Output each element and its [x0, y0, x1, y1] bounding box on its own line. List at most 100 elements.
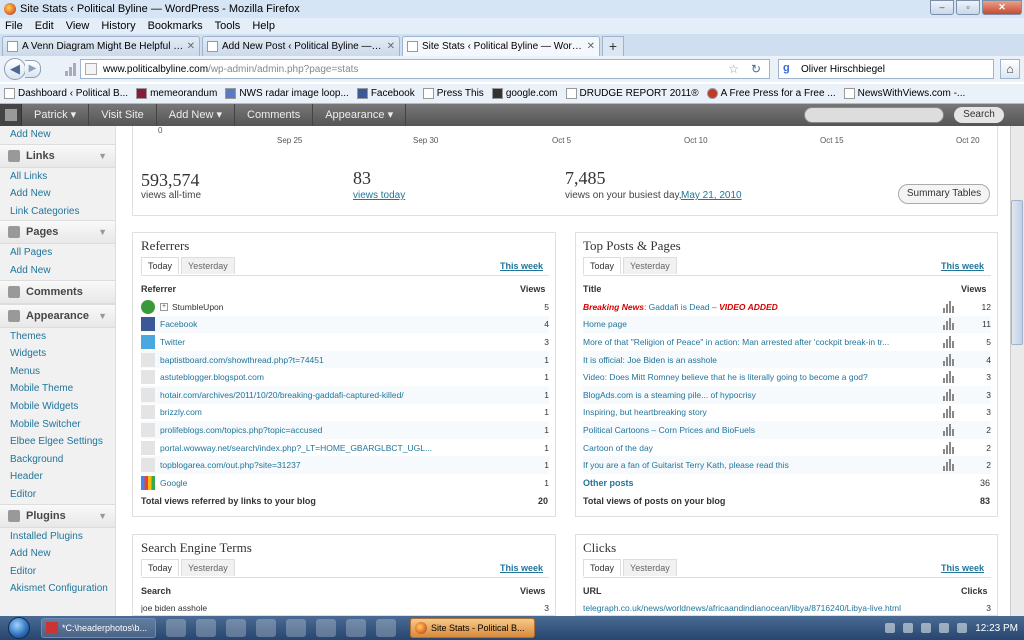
sidebar-item[interactable]: Installed Plugins	[0, 528, 115, 546]
paint-app-icon[interactable]	[226, 619, 246, 637]
volume-icon[interactable]	[957, 623, 968, 633]
feed-icon[interactable]	[65, 62, 79, 76]
post-link[interactable]: Video: Does Mitt Romney believe that he …	[583, 372, 943, 382]
bar-chart-icon[interactable]	[943, 441, 955, 454]
post-link[interactable]: It is official: Joe Biden is an asshole	[583, 355, 943, 365]
this-week-link[interactable]: This week	[500, 261, 543, 271]
bookmark-item[interactable]: NWS radar image loop...	[225, 88, 349, 99]
adminbar-comments[interactable]: Comments	[235, 104, 314, 126]
this-week-link[interactable]: This week	[941, 261, 984, 271]
avatar[interactable]	[0, 104, 22, 126]
sidebar-item[interactable]: All Pages	[0, 244, 115, 262]
browser-tab[interactable]: A Venn Diagram Might Be Helpful : T... ✕	[2, 36, 200, 56]
post-link[interactable]: Cartoon of the day	[583, 443, 943, 453]
sidebar-item[interactable]: Header	[0, 468, 115, 486]
referrer-link[interactable]: baptistboard.com/showthread.php?t=74451	[160, 355, 519, 365]
bookmark-item[interactable]: Dashboard ‹ Political B...	[4, 88, 128, 99]
bookmark-item[interactable]: A Free Press for a Free ...	[706, 88, 836, 99]
tray-app-icon[interactable]	[903, 623, 914, 633]
sidebar-item[interactable]: Editor	[0, 563, 115, 581]
referrer-link[interactable]: prolifeblogs.com/topics.php?topic=accuse…	[160, 425, 519, 435]
bar-chart-icon[interactable]	[943, 300, 955, 313]
sidebar-section-comments[interactable]: Comments	[0, 279, 115, 304]
sidebar-item[interactable]: Themes	[0, 328, 115, 346]
tab-close-icon[interactable]: ✕	[387, 41, 395, 52]
menu-history[interactable]: History	[101, 20, 135, 32]
sidebar-section-appearance[interactable]: Appearance ▼	[0, 303, 115, 328]
sidebar-item[interactable]: Background	[0, 451, 115, 469]
tab-close-icon[interactable]: ✕	[187, 41, 195, 52]
tab-close-icon[interactable]: ✕	[587, 41, 595, 52]
sidebar-section-plugins[interactable]: Plugins ▼	[0, 503, 115, 528]
stat-busiest-date-link[interactable]: May 21, 2010	[681, 190, 742, 201]
media-player-icon[interactable]	[256, 619, 276, 637]
referrer-link[interactable]: astuteblogger.blogspot.com	[160, 372, 519, 382]
sidebar-item-add-new[interactable]: Add New	[0, 126, 115, 144]
referrer-link[interactable]: hotair.com/archives/2011/10/20/breaking-…	[160, 390, 519, 400]
url-bar[interactable]: www.politicalbyline.com/wp-admin/admin.p…	[80, 59, 770, 79]
sidebar-section-links[interactable]: Links ▼	[0, 143, 115, 168]
minimize-button[interactable]: –	[930, 0, 954, 15]
taskbar-item-active[interactable]: Site Stats - Political B...	[410, 618, 535, 638]
this-week-link[interactable]: This week	[941, 563, 984, 573]
bar-chart-icon[interactable]	[943, 371, 955, 384]
settings-icon[interactable]	[376, 619, 396, 637]
sidebar-item[interactable]: Akismet Configuration	[0, 580, 115, 598]
menu-edit[interactable]: Edit	[35, 20, 54, 32]
tab-today[interactable]: Today	[141, 559, 180, 576]
bar-chart-icon[interactable]	[943, 388, 955, 401]
network-icon[interactable]	[939, 623, 950, 633]
summary-tables-button[interactable]: Summary Tables	[898, 184, 990, 204]
tray-flag-icon[interactable]	[921, 623, 932, 633]
tab-yesterday[interactable]: Yesterday	[623, 257, 677, 274]
sidebar-item[interactable]: Menus	[0, 363, 115, 381]
adminbar-add-new[interactable]: Add New ▾	[157, 104, 236, 126]
new-tab-button[interactable]: +	[602, 36, 624, 56]
bar-chart-icon[interactable]	[943, 335, 955, 348]
stat-today-link[interactable]: views today	[353, 190, 405, 201]
post-link[interactable]: More of that "Religion of Peace" in acti…	[583, 337, 943, 347]
browser-tab[interactable]: Add New Post ‹ Political Byline — Wo... …	[202, 36, 400, 56]
sidebar-item[interactable]: Link Categories	[0, 203, 115, 221]
tab-yesterday[interactable]: Yesterday	[181, 257, 235, 274]
click-url-link[interactable]: telegraph.co.uk/news/worldnews/africaand…	[583, 603, 961, 613]
sidebar-item[interactable]: Widgets	[0, 345, 115, 363]
referrer-link[interactable]: portal.wowway.net/search/index.php?_LT=H…	[160, 443, 519, 453]
adminbar-visit-site[interactable]: Visit Site	[89, 104, 157, 126]
sidebar-item[interactable]: All Links	[0, 168, 115, 186]
bookmark-item[interactable]: DRUDGE REPORT 2011®	[565, 88, 699, 99]
post-link[interactable]: Breaking News: Gaddafi is Dead – VIDEO A…	[583, 302, 943, 312]
bookmark-item[interactable]: memeorandum	[136, 88, 217, 99]
menu-view[interactable]: View	[66, 20, 90, 32]
menu-tools[interactable]: Tools	[215, 20, 241, 32]
sidebar-item[interactable]: Add New	[0, 185, 115, 203]
sidebar-item[interactable]: Mobile Widgets	[0, 398, 115, 416]
tab-yesterday[interactable]: Yesterday	[181, 559, 235, 576]
bar-chart-icon[interactable]	[943, 406, 955, 419]
sidebar-item[interactable]: Elbee Elgee Settings	[0, 433, 115, 451]
sidebar-item[interactable]: Add New	[0, 545, 115, 563]
post-link[interactable]: Political Cartoons – Corn Prices and Bio…	[583, 425, 943, 435]
post-link[interactable]: Inspiring, but heartbreaking story	[583, 407, 943, 417]
bookmark-star-icon[interactable]: ☆	[728, 62, 739, 76]
sidebar-item[interactable]: Mobile Theme	[0, 380, 115, 398]
referrer-link[interactable]: Google	[160, 478, 519, 488]
tab-today[interactable]: Today	[583, 559, 622, 576]
post-link[interactable]: BlogAds.com is a steaming pile... of hyp…	[583, 390, 943, 400]
calculator-icon[interactable]	[196, 619, 216, 637]
post-link[interactable]: If you are a fan of Guitarist Terry Kath…	[583, 460, 943, 470]
sidebar-item[interactable]: Mobile Switcher	[0, 416, 115, 434]
sidebar-section-pages[interactable]: Pages ▼	[0, 220, 115, 245]
bookmark-item[interactable]: Press This	[422, 88, 484, 99]
browser-tab-active[interactable]: Site Stats ‹ Political Byline — WordPre.…	[402, 36, 600, 56]
expand-icon[interactable]: +	[160, 302, 168, 311]
menu-bookmarks[interactable]: Bookmarks	[148, 20, 203, 32]
referrer-link[interactable]: brizzly.com	[160, 407, 519, 417]
adminbar-appearance[interactable]: Appearance ▾	[313, 104, 407, 126]
bar-chart-icon[interactable]	[943, 459, 955, 472]
adminbar-search-button[interactable]: Search	[954, 107, 1004, 123]
bookmark-item[interactable]: Facebook	[356, 88, 415, 99]
sidebar-item[interactable]: Add New	[0, 262, 115, 280]
tab-yesterday[interactable]: Yesterday	[623, 559, 677, 576]
menu-help[interactable]: Help	[252, 20, 275, 32]
